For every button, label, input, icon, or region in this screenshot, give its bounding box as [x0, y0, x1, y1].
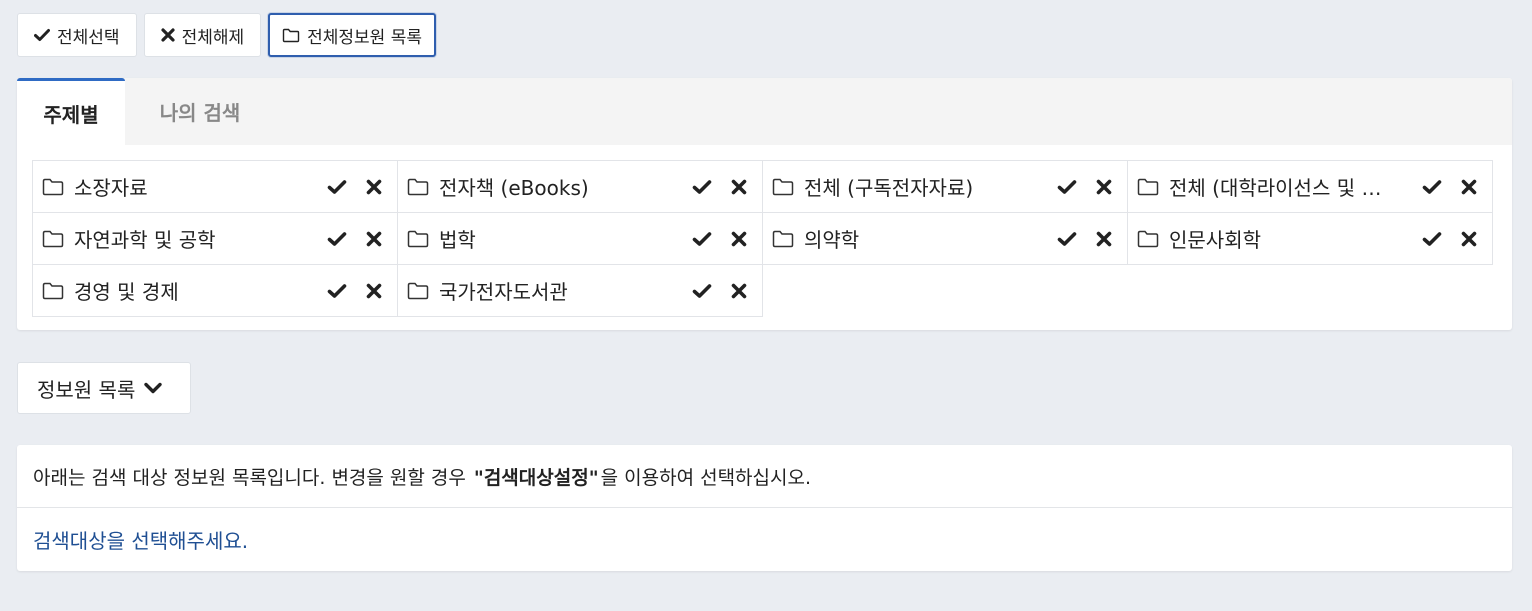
all-sources-label: 전체정보원 목록 — [307, 27, 423, 48]
deselect-category-close-icon[interactable] — [726, 174, 752, 200]
tab-bar: 주제별 나의 검색 — [17, 78, 1512, 145]
deselect-all-label: 전체해제 — [181, 27, 245, 48]
select-category-check-icon[interactable] — [689, 226, 715, 252]
category-label: 경영 및 경제 — [74, 280, 179, 304]
category-item[interactable]: 전자책 (eBooks) — [397, 160, 763, 213]
source-list-toggle[interactable]: 정보원 목록 — [17, 362, 191, 414]
search-target-setting-label: "검색대상설정" — [473, 466, 599, 489]
folder-icon — [1137, 230, 1159, 248]
all-sources-button[interactable]: 전체정보원 목록 — [268, 13, 437, 57]
folder-icon — [407, 230, 429, 248]
category-item[interactable]: 소장자료 — [32, 160, 398, 213]
toolbar: 전체선택 전체해제 전체정보원 목록 — [17, 13, 437, 57]
folder-icon — [282, 28, 300, 43]
category-item[interactable]: 국가전자도서관 — [397, 264, 763, 317]
category-label: 전체 (구독전자자료) — [804, 176, 974, 200]
deselect-category-close-icon[interactable] — [726, 226, 752, 252]
deselect-category-close-icon[interactable] — [361, 278, 387, 304]
category-label: 국가전자도서관 — [439, 280, 568, 304]
deselect-all-button[interactable]: 전체해제 — [143, 13, 262, 57]
select-category-check-icon[interactable] — [1054, 226, 1080, 252]
deselect-category-close-icon[interactable] — [1456, 226, 1482, 252]
empty-selection-message: 검색대상을 선택해주세요. — [33, 529, 249, 553]
select-category-check-icon[interactable] — [324, 174, 350, 200]
category-label: 소장자료 — [74, 176, 148, 200]
info-text-before: 아래는 검색 대상 정보원 목록입니다. 변경을 원할 경우 — [33, 466, 472, 489]
category-item[interactable]: 의약학 — [762, 212, 1128, 265]
select-all-button[interactable]: 전체선택 — [17, 13, 137, 57]
folder-icon — [42, 282, 64, 300]
close-icon — [160, 28, 175, 42]
category-item[interactable]: 자연과학 및 공학 — [32, 212, 398, 265]
category-item[interactable]: 전체 (대학라이선스 및 … — [1127, 160, 1493, 213]
folder-icon — [407, 282, 429, 300]
category-label: 전체 (대학라이선스 및 … — [1169, 176, 1382, 200]
category-panel: 주제별 나의 검색 소장자료 전자책 (eBooks) 전체 (구독전자자료) 전체 … — [17, 78, 1512, 330]
folder-icon — [1137, 178, 1159, 196]
select-all-label: 전체선택 — [57, 27, 120, 48]
select-category-check-icon[interactable] — [689, 174, 715, 200]
tab-my-search[interactable]: 나의 검색 — [125, 78, 275, 145]
category-item[interactable]: 전체 (구독전자자료) — [762, 160, 1128, 213]
source-list-label: 정보원 목록 — [37, 377, 136, 402]
category-item[interactable]: 인문사회학 — [1127, 212, 1493, 265]
category-label: 법학 — [439, 228, 476, 252]
folder-icon — [42, 230, 64, 248]
folder-icon — [772, 230, 794, 248]
deselect-category-close-icon[interactable] — [1091, 226, 1117, 252]
folder-icon — [407, 178, 429, 196]
deselect-category-close-icon[interactable] — [361, 174, 387, 200]
deselect-category-close-icon[interactable] — [1091, 174, 1117, 200]
info-panel: 아래는 검색 대상 정보원 목록입니다. 변경을 원할 경우 "검색대상설정" 을… — [17, 445, 1512, 571]
category-label: 자연과학 및 공학 — [74, 228, 216, 252]
select-category-check-icon[interactable] — [324, 226, 350, 252]
chevron-down-icon — [143, 376, 163, 400]
info-description: 아래는 검색 대상 정보원 목록입니다. 변경을 원할 경우 "검색대상설정" 을… — [17, 445, 1512, 508]
deselect-category-close-icon[interactable] — [361, 226, 387, 252]
tab-by-subject[interactable]: 주제별 — [17, 78, 125, 145]
category-grid: 소장자료 전자책 (eBooks) 전체 (구독전자자료) 전체 (대학라이선스 및 … — [32, 160, 1493, 317]
info-text-after: 을 이용하여 선택하십시오. — [600, 466, 812, 489]
select-category-check-icon[interactable] — [1054, 174, 1080, 200]
select-category-check-icon[interactable] — [324, 278, 350, 304]
select-category-check-icon[interactable] — [1419, 226, 1445, 252]
select-category-check-icon[interactable] — [1419, 174, 1445, 200]
folder-icon — [42, 178, 64, 196]
deselect-category-close-icon[interactable] — [726, 278, 752, 304]
category-item[interactable]: 경영 및 경제 — [32, 264, 398, 317]
folder-icon — [772, 178, 794, 196]
category-item[interactable]: 법학 — [397, 212, 763, 265]
check-icon — [34, 28, 50, 42]
select-category-check-icon[interactable] — [689, 278, 715, 304]
category-label: 인문사회학 — [1169, 228, 1261, 252]
deselect-category-close-icon[interactable] — [1456, 174, 1482, 200]
category-label: 전자책 (eBooks) — [439, 176, 589, 200]
category-label: 의약학 — [804, 228, 860, 252]
